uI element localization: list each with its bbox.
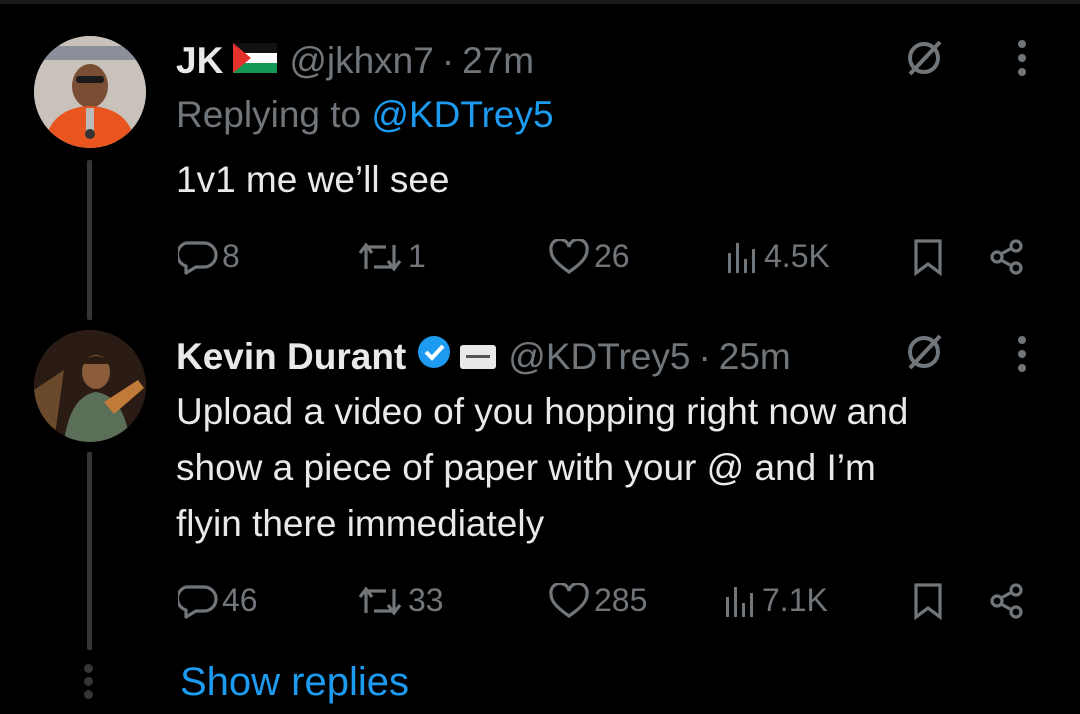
views-icon xyxy=(726,586,753,617)
grok-icon[interactable] xyxy=(904,38,944,83)
tweet2-text-line-1: Upload a video of you hopping right now … xyxy=(176,391,909,432)
views-icon xyxy=(728,242,755,273)
separator-dot: · xyxy=(441,40,455,81)
views-button[interactable]: 7.1K xyxy=(724,582,828,619)
tweet-time[interactable]: 27m xyxy=(462,40,534,82)
author-name[interactable]: JK xyxy=(176,40,223,82)
reply-count: 8 xyxy=(222,238,240,274)
author-handle[interactable]: @KDTrey5 xyxy=(508,336,690,378)
like-count: 285 xyxy=(594,582,648,618)
reply-button[interactable]: 46 xyxy=(178,582,258,619)
thread-dots xyxy=(84,664,94,703)
views-button[interactable]: 4.5K xyxy=(726,238,830,275)
tweet2-text-line-3: flyin there immediately xyxy=(176,503,545,544)
avatar-jk[interactable] xyxy=(34,36,146,148)
verified-badge-icon xyxy=(416,334,452,379)
repost-icon xyxy=(358,241,402,272)
share-icon xyxy=(990,239,1023,275)
reply-icon xyxy=(178,584,218,619)
more-icon[interactable] xyxy=(1018,40,1028,82)
like-count: 26 xyxy=(594,238,630,274)
top-divider xyxy=(0,0,1080,4)
bookmark-button[interactable] xyxy=(912,582,944,620)
tweet2-text-line-2: show a piece of paper with your @ and I’… xyxy=(176,447,876,488)
bookmark-button[interactable] xyxy=(912,238,944,276)
repost-count: 33 xyxy=(408,582,444,618)
share-button[interactable] xyxy=(988,582,1026,620)
like-button[interactable]: 26 xyxy=(548,238,630,275)
repost-count: 1 xyxy=(408,238,426,274)
repost-icon xyxy=(358,585,402,616)
replying-to-handle[interactable]: @KDTrey5 xyxy=(371,94,553,135)
tweet2-text: Upload a video of you hopping right now … xyxy=(176,384,908,552)
more-icon[interactable] xyxy=(1018,336,1028,378)
bookmark-icon xyxy=(914,583,942,620)
thread-line-1 xyxy=(87,160,92,320)
tweet-time[interactable]: 25m xyxy=(719,336,791,378)
replying-to: Replying to @KDTrey5 xyxy=(176,94,554,136)
tweet2-header: Kevin Durant @KDTrey5 · 25m xyxy=(176,334,791,379)
bookmark-icon xyxy=(914,239,942,276)
replying-to-label: Replying to xyxy=(176,94,372,135)
author-name[interactable]: Kevin Durant xyxy=(176,336,406,378)
show-replies-link[interactable]: Show replies xyxy=(180,660,409,705)
author-handle[interactable]: @jkhxn7 xyxy=(289,40,434,82)
repost-button[interactable]: 33 xyxy=(356,582,444,619)
like-icon xyxy=(549,238,589,274)
reply-button[interactable]: 8 xyxy=(178,238,240,275)
tweet1-header: JK @jkhxn7 · 27m xyxy=(176,40,534,82)
grok-icon[interactable] xyxy=(904,332,944,377)
like-icon xyxy=(549,582,589,618)
palestine-flag-icon xyxy=(233,40,278,82)
share-icon xyxy=(990,583,1023,619)
affiliation-badge xyxy=(460,344,497,369)
share-button[interactable] xyxy=(988,238,1026,276)
views-count: 4.5K xyxy=(764,238,830,274)
thread-line-2 xyxy=(87,452,92,650)
reply-icon xyxy=(178,240,218,275)
like-button[interactable]: 285 xyxy=(548,582,647,619)
tweet1-text: 1v1 me we’ll see xyxy=(176,159,450,200)
repost-button[interactable]: 1 xyxy=(356,238,426,275)
reply-count: 46 xyxy=(222,582,258,618)
views-count: 7.1K xyxy=(762,582,828,618)
separator-dot: · xyxy=(698,335,711,377)
avatar-kevin-durant[interactable] xyxy=(34,330,146,442)
